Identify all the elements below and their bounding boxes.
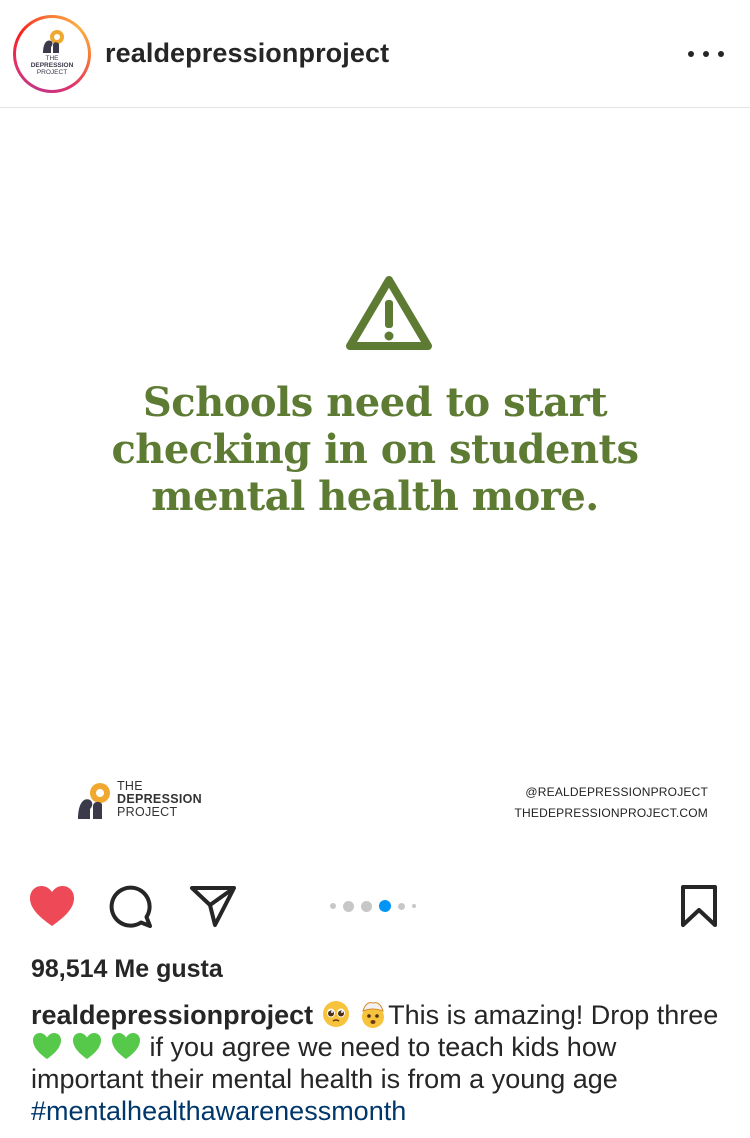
post-headline: Schools need to start checking in on stu… — [111, 379, 639, 520]
exploding-head-emoji-icon — [362, 1002, 385, 1028]
footer-site: THEDEPRESSIONPROJECT.COM — [514, 806, 708, 820]
avatar-logo-line1: THE — [45, 55, 59, 62]
avatar[interactable]: THE DEPRESSION PROJECT — [13, 15, 91, 93]
caption-hashtag[interactable]: #mentalhealthawarenessmonth — [31, 1096, 406, 1126]
carousel-dot — [330, 903, 336, 909]
footer-logo-line3: PROJECT — [117, 805, 178, 819]
green-heart-emoji-icon — [112, 1033, 141, 1059]
green-heart-emoji-icon — [72, 1033, 101, 1059]
depression-project-logo: THE DEPRESSION PROJECT — [19, 21, 85, 87]
green-heart-emoji-icon — [33, 1033, 61, 1059]
pleading-face-emoji-icon — [322, 1001, 349, 1027]
post-caption: realdepressionproject This is amazing! D… — [31, 999, 721, 1127]
bookmark-icon[interactable] — [680, 884, 718, 928]
warning-triangle-icon — [346, 276, 432, 350]
ellipsis-icon[interactable] — [688, 40, 724, 68]
footer-logo: THE DEPRESSION PROJECT — [74, 777, 214, 821]
footer-credits: @REALDEPRESSIONPROJECT THEDEPRESSIONPROJ… — [515, 782, 709, 824]
post-image[interactable]: Schools need to start checking in on stu… — [0, 109, 750, 860]
carousel-dot — [412, 904, 416, 908]
avatar-logo-line3: PROJECT — [36, 69, 68, 76]
carousel-indicator — [330, 900, 416, 912]
caption-username[interactable]: realdepressionproject — [31, 1000, 313, 1030]
likes-count[interactable]: 98,514 Me gusta — [31, 955, 223, 984]
logo-mark-icon — [43, 30, 64, 53]
logo-mark-icon — [78, 783, 110, 819]
carousel-dot — [398, 902, 405, 910]
avatar-logo-line2: DEPRESSION — [30, 62, 74, 69]
footer-handle: @REALDEPRESSIONPROJECT — [525, 785, 708, 799]
send-icon[interactable] — [189, 884, 237, 928]
header-username[interactable]: realdepressionproject — [105, 38, 389, 69]
post-header: THE DEPRESSION PROJECT realdepressionpro… — [0, 0, 750, 108]
carousel-dot-active — [379, 900, 391, 912]
action-bar — [0, 870, 750, 940]
carousel-dot — [361, 900, 372, 912]
caption-text-part1: This is amazing! Drop three — [388, 1000, 719, 1030]
carousel-dot — [343, 900, 354, 912]
comment-icon[interactable] — [108, 884, 156, 928]
heart-icon[interactable] — [28, 884, 76, 928]
